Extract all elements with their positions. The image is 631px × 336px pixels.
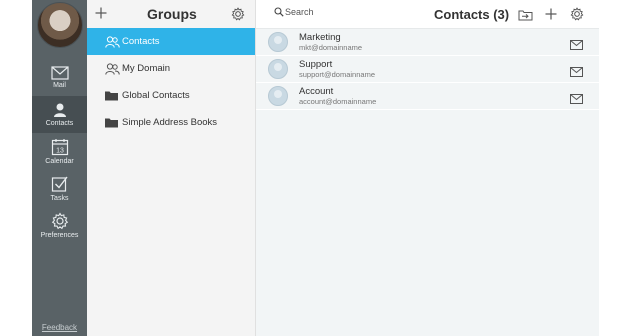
contacts-title: Contacts (3) <box>434 7 510 22</box>
group-item-simple-address-books[interactable]: Simple Address Books <box>87 109 255 136</box>
nav-item-mail[interactable]: Mail <box>32 59 87 96</box>
group-item-global-contacts[interactable]: Global Contacts <box>87 82 255 109</box>
import-button[interactable] <box>518 8 533 26</box>
groups-settings-button[interactable] <box>231 7 245 26</box>
contacts-header: Search Contacts (3) <box>256 0 599 29</box>
folder-icon <box>105 90 120 102</box>
app-window: Mail Contacts 13 Calendar Tasks Preferen… <box>32 0 599 336</box>
contact-name: Marketing <box>299 31 341 43</box>
groups-panel: Groups Contacts My Domain Global Contact… <box>87 0 256 336</box>
folder-icon <box>105 117 120 129</box>
contact-row[interactable]: Account account@domainname <box>256 83 599 110</box>
send-email-button[interactable] <box>570 91 583 109</box>
contacts-settings-button[interactable] <box>570 7 584 26</box>
plus-icon <box>95 7 107 19</box>
nav-label-mail: Mail <box>53 82 66 89</box>
contacts-pane: Search Contacts (3) Marketing mkt@domain… <box>256 0 599 336</box>
nav-item-preferences[interactable]: Preferences <box>32 207 87 244</box>
user-avatar[interactable] <box>36 2 83 48</box>
contact-email: account@domainname <box>299 96 377 106</box>
mail-icon <box>50 66 69 80</box>
feedback-link[interactable]: Feedback <box>32 323 87 332</box>
mail-icon <box>570 94 583 104</box>
gear-icon <box>51 212 68 230</box>
gear-icon <box>231 7 245 21</box>
calendar-icon: 13 <box>51 139 68 156</box>
group-label: Contacts <box>122 36 160 47</box>
group-label: Global Contacts <box>122 90 190 101</box>
groups-title: Groups <box>147 6 197 22</box>
contact-row[interactable]: Support support@domainname <box>256 56 599 83</box>
nav-label-tasks: Tasks <box>50 195 69 202</box>
nav-item-tasks[interactable]: Tasks <box>32 170 87 207</box>
nav-label-contacts: Contacts <box>45 120 74 127</box>
contact-email: support@domainname <box>299 69 375 79</box>
send-email-button[interactable] <box>570 64 583 82</box>
send-email-button[interactable] <box>570 37 583 55</box>
contact-avatar <box>268 59 288 79</box>
contact-name: Support <box>299 58 333 70</box>
nav-item-calendar[interactable]: 13 Calendar <box>32 133 87 170</box>
nav-label-preferences: Preferences <box>40 232 79 239</box>
contacts-icon <box>53 103 66 117</box>
search-box[interactable]: Search <box>274 7 314 17</box>
import-icon <box>518 10 533 21</box>
group-label: Simple Address Books <box>122 117 218 128</box>
contact-avatar <box>268 32 288 52</box>
search-icon <box>274 7 284 17</box>
group-item-my-domain[interactable]: My Domain <box>87 55 255 82</box>
add-group-button[interactable] <box>95 6 107 22</box>
search-input[interactable]: Search <box>285 7 314 17</box>
contact-name: Account <box>299 85 334 97</box>
mail-icon <box>570 40 583 50</box>
groups-header: Groups <box>87 0 255 28</box>
contact-email: mkt@domainname <box>299 42 363 52</box>
nav-label-calendar: Calendar <box>45 158 74 165</box>
group-item-contacts[interactable]: Contacts <box>87 28 255 55</box>
plus-icon <box>545 8 557 20</box>
tasks-icon <box>51 176 68 192</box>
nav-rail: Mail Contacts 13 Calendar Tasks Preferen… <box>32 0 87 336</box>
contact-avatar <box>268 86 288 106</box>
group-label: My Domain <box>122 63 171 74</box>
add-contact-button[interactable] <box>545 7 557 25</box>
calendar-day: 13 <box>56 148 64 155</box>
nav-item-contacts[interactable]: Contacts <box>32 96 87 133</box>
gear-icon <box>570 7 584 21</box>
contact-row[interactable]: Marketing mkt@domainname <box>256 29 599 56</box>
contacts-icon <box>105 62 120 75</box>
contacts-icon <box>105 35 120 48</box>
mail-icon <box>570 67 583 77</box>
